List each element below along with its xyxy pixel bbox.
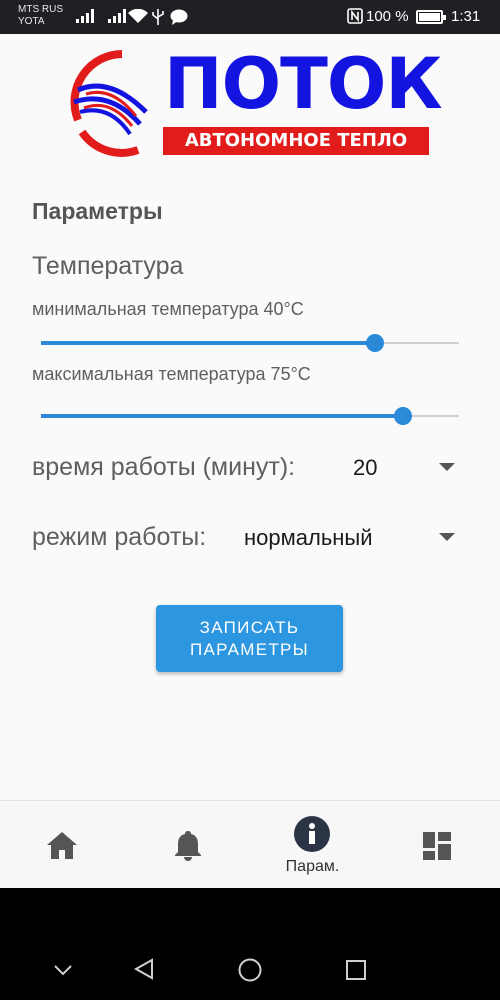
signal-icon <box>76 9 94 23</box>
system-nav-bar <box>0 888 500 1000</box>
slider-thumb[interactable] <box>366 334 385 352</box>
save-parameters-button[interactable]: ЗАПИСАТЬ ПАРАМЕТРЫ <box>156 605 343 672</box>
work-time-value: 20 <box>353 455 378 480</box>
tab-params-label: Парам. <box>285 858 340 875</box>
button-label-line1: ЗАПИСАТЬ <box>199 618 300 637</box>
slider-thumb[interactable] <box>394 407 413 425</box>
recents-icon[interactable] <box>346 960 366 980</box>
min-temp-slider[interactable] <box>41 333 459 353</box>
tab-dashboard[interactable] <box>375 801 500 889</box>
caret-down-icon[interactable] <box>439 463 455 471</box>
caret-down-icon[interactable] <box>439 533 455 541</box>
usb-icon <box>152 9 164 25</box>
carrier-line1: MTS RUS <box>18 4 63 15</box>
status-bar: MTS RUS YOTA 100 % 1:31 <box>0 0 500 34</box>
tab-notifications[interactable] <box>125 801 250 889</box>
chat-icon <box>170 9 188 25</box>
nfc-icon <box>347 8 363 24</box>
page-title: Параметры <box>32 198 163 224</box>
home-icon <box>47 832 77 859</box>
mode-value: нормальный <box>244 525 373 550</box>
slider-fill <box>41 414 404 418</box>
min-temp-label: минимальная температура 40°C <box>32 299 304 319</box>
battery-icon <box>416 10 446 24</box>
max-temp-label: максимальная температура 75°C <box>32 364 311 384</box>
info-icon <box>294 816 330 852</box>
tab-home[interactable] <box>0 801 125 889</box>
home-circle-icon[interactable] <box>238 958 262 982</box>
chevron-down-icon[interactable] <box>54 964 72 976</box>
back-icon[interactable] <box>133 958 155 980</box>
logo-mark-icon <box>70 50 148 157</box>
work-time-label: время работы (минут): <box>32 453 296 481</box>
signal-icon <box>108 9 126 23</box>
logo-subtitle: АВТОНОМНОЕ ТЕПЛО <box>163 127 429 155</box>
tab-params[interactable]: Парам. <box>250 801 375 889</box>
slider-fill <box>41 341 376 345</box>
max-temp-slider[interactable] <box>41 406 459 426</box>
bottom-tab-bar: Парам. <box>0 800 500 888</box>
clock: 1:31 <box>451 8 481 25</box>
wifi-icon <box>128 9 148 23</box>
carrier-name: MTS RUS YOTA <box>18 4 63 28</box>
battery-percent: 100 % <box>366 8 409 25</box>
carrier-line2: YOTA <box>18 16 45 27</box>
temperature-heading: Температура <box>32 252 184 280</box>
button-label-line2: ПАРАМЕТРЫ <box>189 640 310 659</box>
bell-icon <box>175 831 201 861</box>
dashboard-icon <box>423 832 451 860</box>
mode-label: режим работы: <box>32 523 207 551</box>
logo-title: ПОТОК <box>164 43 443 125</box>
